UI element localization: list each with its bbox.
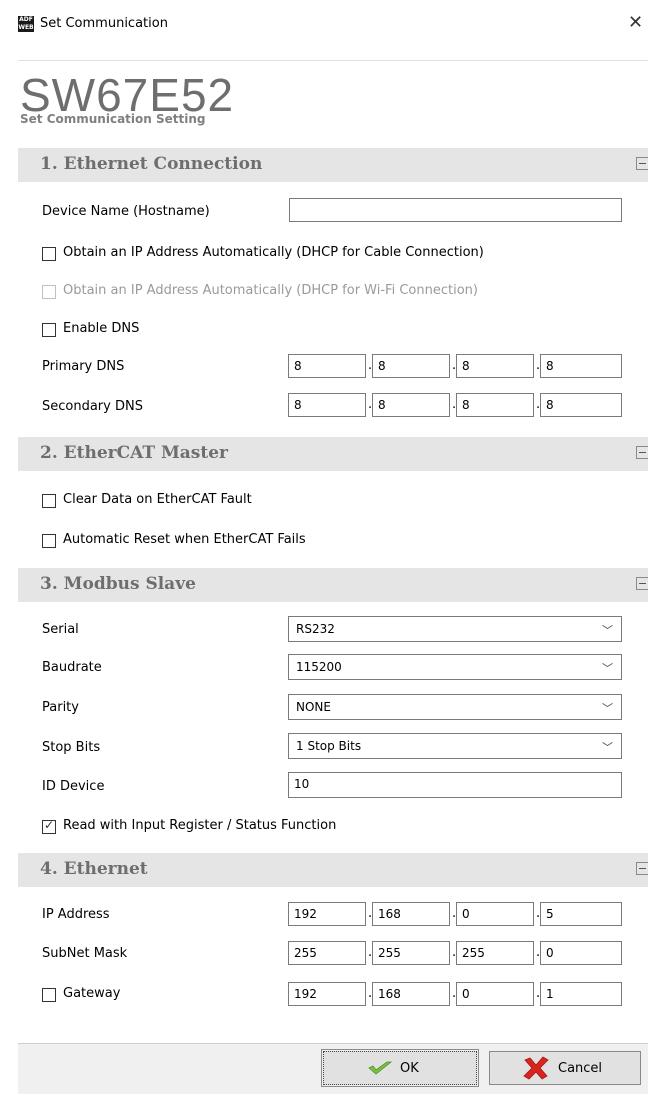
baudrate-select[interactable]: 115200 ﹀ xyxy=(288,654,622,680)
gateway-octet-3[interactable]: 0 xyxy=(456,982,534,1006)
enable-dns-label: Enable DNS xyxy=(63,321,140,336)
baudrate-label: Baudrate xyxy=(42,660,102,675)
subnet-octet-2[interactable]: 255 xyxy=(372,941,450,965)
id-device-input[interactable]: 10 xyxy=(288,772,622,798)
ip-address-label: IP Address xyxy=(42,907,110,922)
window-title: Set Communication xyxy=(40,16,168,31)
subnet-octet-4[interactable]: 0 xyxy=(540,941,622,965)
subnet-octet-1[interactable]: 255 xyxy=(288,941,366,965)
chevron-down-icon: ﹀ xyxy=(602,741,613,754)
check-icon xyxy=(368,1061,392,1075)
section-title: 2. EtherCAT Master xyxy=(40,443,228,463)
close-icon[interactable]: ✕ xyxy=(628,12,643,33)
dhcp-cable-label: Obtain an IP Address Automatically (DHCP… xyxy=(63,245,484,260)
section-ethernet-connection[interactable]: 1. Ethernet Connection xyxy=(18,148,648,182)
primary-dns-label: Primary DNS xyxy=(42,359,125,374)
product-subtitle: Set Communication Setting xyxy=(20,112,206,126)
gateway-checkbox[interactable] xyxy=(42,988,56,1002)
secondary-dns-octet-4[interactable]: 8 xyxy=(540,393,622,417)
gateway-octet-1[interactable]: 192 xyxy=(288,982,366,1006)
gateway-octet-2[interactable]: 168 xyxy=(372,982,450,1006)
primary-dns-octet-4[interactable]: 8 xyxy=(540,354,622,378)
app-icon: ADF WEB xyxy=(18,16,34,32)
stop-bits-label: Stop Bits xyxy=(42,740,101,755)
stop-bits-value: 1 Stop Bits xyxy=(296,739,362,753)
parity-label: Parity xyxy=(42,700,79,715)
auto-reset-checkbox[interactable] xyxy=(42,534,56,548)
collapse-icon[interactable] xyxy=(636,157,648,170)
section-ethernet[interactable]: 4. Ethernet xyxy=(18,853,648,887)
ip-octet-1[interactable]: 192 xyxy=(288,902,366,926)
section-title: 3. Modbus Slave xyxy=(40,574,196,594)
cancel-label: Cancel xyxy=(558,1061,603,1076)
ok-button[interactable]: OK xyxy=(321,1049,479,1087)
chevron-down-icon: ﹀ xyxy=(602,662,613,675)
secondary-dns-octet-3[interactable]: 8 xyxy=(456,393,534,417)
serial-label: Serial xyxy=(42,622,79,637)
enable-dns-checkbox[interactable] xyxy=(42,323,56,337)
ip-octet-4[interactable]: 5 xyxy=(540,902,622,926)
stop-bits-select[interactable]: 1 Stop Bits ﹀ xyxy=(288,733,622,759)
chevron-down-icon: ﹀ xyxy=(602,702,613,715)
collapse-icon[interactable] xyxy=(636,862,648,875)
cancel-x-icon xyxy=(523,1056,549,1080)
serial-value: RS232 xyxy=(296,622,335,636)
cancel-button[interactable]: Cancel xyxy=(489,1051,641,1085)
primary-dns-octet-3[interactable]: 8 xyxy=(456,354,534,378)
ok-label: OK xyxy=(400,1061,419,1076)
clear-data-checkbox[interactable] xyxy=(42,494,56,508)
device-name-input[interactable] xyxy=(289,198,622,222)
subnet-octet-3[interactable]: 255 xyxy=(456,941,534,965)
read-input-label: Read with Input Register / Status Functi… xyxy=(63,818,337,833)
ip-octet-3[interactable]: 0 xyxy=(456,902,534,926)
collapse-icon[interactable] xyxy=(636,577,648,590)
section-title: 1. Ethernet Connection xyxy=(40,154,263,174)
dhcp-wifi-label: Obtain an IP Address Automatically (DHCP… xyxy=(63,283,478,298)
auto-reset-label: Automatic Reset when EtherCAT Fails xyxy=(63,532,306,547)
baudrate-value: 115200 xyxy=(296,660,342,674)
parity-value: NONE xyxy=(296,700,331,714)
gateway-octet-4[interactable]: 1 xyxy=(540,982,622,1006)
left-margin xyxy=(0,60,18,1093)
section-title: 4. Ethernet xyxy=(40,859,148,879)
clear-data-label: Clear Data on EtherCAT Fault xyxy=(63,492,252,507)
collapse-icon[interactable] xyxy=(636,446,648,459)
id-device-label: ID Device xyxy=(42,779,105,794)
ip-octet-2[interactable]: 168 xyxy=(372,902,450,926)
primary-dns-octet-2[interactable]: 8 xyxy=(372,354,450,378)
read-input-checkbox[interactable]: ✓ xyxy=(42,818,56,834)
serial-select[interactable]: RS232 ﹀ xyxy=(288,616,622,642)
dhcp-wifi-checkbox xyxy=(42,285,56,299)
parity-select[interactable]: NONE ﹀ xyxy=(288,694,622,720)
section-ethercat-master[interactable]: 2. EtherCAT Master xyxy=(18,437,648,471)
secondary-dns-label: Secondary DNS xyxy=(42,399,143,414)
section-modbus-slave[interactable]: 3. Modbus Slave xyxy=(18,568,648,602)
secondary-dns-octet-1[interactable]: 8 xyxy=(288,393,366,417)
subnet-label: SubNet Mask xyxy=(42,946,128,961)
device-name-label: Device Name (Hostname) xyxy=(42,204,210,219)
dhcp-cable-checkbox[interactable] xyxy=(42,247,56,261)
checkmark-icon: ✓ xyxy=(44,818,55,832)
secondary-dns-octet-2[interactable]: 8 xyxy=(372,393,450,417)
chevron-down-icon: ﹀ xyxy=(602,624,613,637)
primary-dns-octet-1[interactable]: 8 xyxy=(288,354,366,378)
gateway-label: Gateway xyxy=(63,986,121,1001)
